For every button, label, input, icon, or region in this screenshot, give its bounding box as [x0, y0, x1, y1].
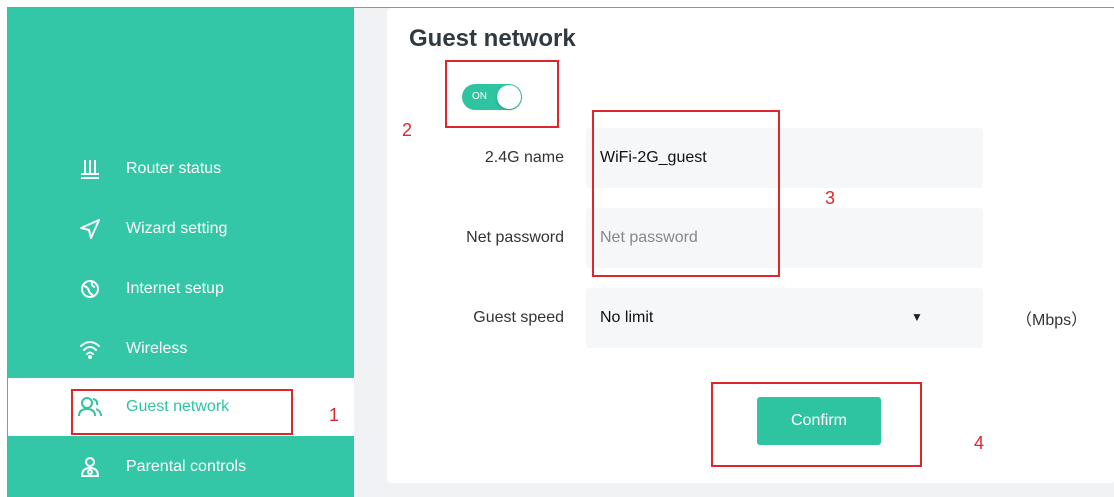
- speed-select-value: No limit: [600, 309, 654, 326]
- router-icon: [78, 157, 102, 181]
- annotation-number-2: 2: [402, 120, 413, 140]
- send-icon: [78, 217, 102, 241]
- sidebar-item-wireless[interactable]: Wireless: [8, 320, 354, 378]
- parent-icon: [78, 455, 102, 479]
- annotation-number-4: 4: [974, 433, 985, 453]
- sidebar-item-label: Router status: [126, 160, 222, 177]
- annotation-box-1: [71, 389, 293, 435]
- name-label: 2.4G name: [484, 149, 564, 166]
- annotation-number-1: 1: [329, 405, 340, 425]
- sidebar-item-parental-controls[interactable]: Parental controls: [8, 438, 354, 496]
- sidebar-item-label: Wizard setting: [126, 220, 228, 237]
- speed-select[interactable]: No limit ▼: [586, 288, 983, 348]
- chevron-down-icon: ▼: [911, 310, 923, 324]
- annotation-box-3: [592, 110, 780, 277]
- annotation-number-3: 3: [825, 188, 836, 208]
- password-label: Net password: [466, 229, 564, 246]
- sidebar-item-router-status[interactable]: Router status: [8, 140, 354, 198]
- sidebar-item-wizard-setting[interactable]: Wizard setting: [8, 200, 354, 258]
- globe-icon: [78, 277, 102, 301]
- speed-label: Guest speed: [473, 309, 564, 326]
- sidebar-item-label: Internet setup: [126, 280, 224, 297]
- sidebar-item-label: Wireless: [126, 340, 188, 357]
- annotation-box-2: [445, 60, 559, 128]
- annotation-box-4: [711, 382, 922, 467]
- speed-units: （Mbps）: [1016, 312, 1088, 329]
- wifi-icon: [78, 337, 102, 361]
- sidebar-item-label: Parental controls: [126, 458, 247, 475]
- sidebar-item-internet-setup[interactable]: Internet setup: [8, 260, 354, 318]
- page-title: Guest network: [409, 25, 576, 52]
